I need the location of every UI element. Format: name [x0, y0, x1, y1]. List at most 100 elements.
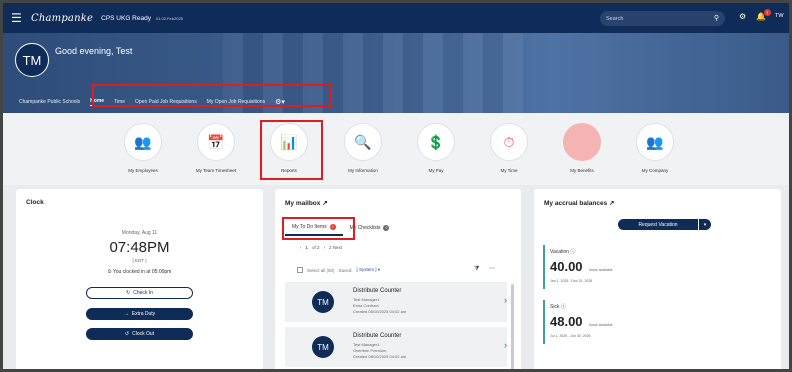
clock-out-icon: ↺ [124, 331, 130, 337]
clock-out-button[interactable]: ↺ Clock Out [86, 328, 193, 340]
quick-link-my-pay[interactable]: 💲 My Pay [406, 123, 466, 173]
user-search-icon-glyph: 🔍 [354, 133, 372, 150]
check-in-button[interactable]: ↻ Check In [86, 287, 193, 299]
message-line-3: Created 08/10/2025 04:02 am [353, 354, 407, 359]
search-icon[interactable]: ⚲ [714, 14, 719, 22]
quick-link-label: My Team Timesheet [195, 168, 237, 173]
pagination: ‹ 1 of 2 › 2 Next [300, 245, 342, 250]
accrual-name: Sick ⓘ [550, 303, 566, 310]
company-people-icon: 👥 [636, 123, 674, 161]
message-title: Distribute Counter [353, 288, 402, 294]
request-dropdown-chevron-down-icon[interactable]: ▾ [699, 219, 711, 230]
message-line-1: Test Manager1 [353, 342, 380, 347]
info-icon[interactable]: ⓘ [570, 249, 575, 255]
chevron-right-icon[interactable]: › [504, 340, 507, 350]
list-item[interactable]: TM Distribute Counter Test Manager1 Over… [285, 327, 507, 367]
more-options-icon[interactable]: ⋯ [489, 265, 495, 272]
help-icon[interactable]: ⚙ [739, 12, 746, 21]
list-item[interactable]: TM Distribute Counter Test Manager1 Extr… [285, 282, 507, 322]
employees-icon: 👥 [124, 123, 162, 161]
quick-link-my-benefits[interactable]: My Benefits [552, 123, 612, 173]
app-window: ☰ Champanke CPS UKG Ready 01.02.Feb2025 … [0, 0, 792, 372]
search-bar[interactable]: ⚲ [600, 11, 725, 26]
quick-link-my-time[interactable]: ⏱ My Time [479, 123, 539, 173]
current-page[interactable]: 1 [306, 245, 309, 250]
quick-link-label: My Benefits [570, 168, 594, 173]
quick-link-label: My Pay [428, 168, 444, 173]
accrual-item-sick[interactable]: Sick ⓘ 48.00 hours available Jul 1, 2025… [543, 300, 633, 350]
external-link-icon[interactable]: ↗ [322, 200, 327, 207]
quick-link-my-employees[interactable]: 👥 My Employees [113, 123, 173, 173]
pay-icon-glyph: 💲 [427, 133, 445, 150]
hamburger-menu-icon[interactable]: ☰ [11, 11, 27, 25]
accrual-title-text: My accrual balances [544, 200, 608, 207]
notification-badge: 1 [764, 9, 771, 16]
next-page-link[interactable]: 2 Next [329, 245, 342, 250]
quick-link-my-team-timesheet[interactable]: 📅 My Team Timesheet [186, 123, 246, 173]
stopwatch-icon: ⏱ [490, 123, 528, 161]
quick-link-label: My Time [500, 168, 518, 173]
extra-duty-button[interactable]: → Extra Duty [86, 308, 193, 320]
quick-link-label: My Company [641, 168, 669, 173]
stopwatch-icon-glyph: ⏱ [503, 133, 515, 150]
arrow-right-icon: → [123, 311, 129, 317]
saved-filter-dropdown[interactable]: [ System ] ▾ [357, 267, 381, 273]
search-input[interactable] [606, 15, 706, 22]
request-vacation-button[interactable]: Request Vacation [618, 219, 698, 230]
avatar[interactable]: TM [15, 43, 49, 77]
brand-logo[interactable]: Champanke [31, 13, 93, 24]
filter-icon[interactable]: ⧩ [474, 266, 479, 273]
message-line-1: Test Manager1 [353, 297, 380, 302]
accrual-name: Vacation ⓘ [550, 248, 576, 255]
avatar: TM [312, 291, 334, 313]
external-link-icon[interactable]: ↗ [609, 200, 614, 207]
quick-link-my-company[interactable]: 👥 My Company [625, 123, 685, 173]
accrual-unit: hours available [589, 323, 613, 327]
message-title: Distribute Counter [353, 333, 402, 339]
accrual-title: My accrual balances ↗ [544, 199, 615, 207]
user-search-icon: 🔍 [344, 123, 382, 161]
quick-link-label: My Employees [128, 168, 158, 173]
benefits-icon [563, 123, 601, 161]
check-in-icon: ↻ [126, 290, 131, 296]
saved-filter-value: [ System ] [356, 267, 377, 272]
next-page-icon[interactable]: › [324, 245, 326, 250]
clock-title: Clock [26, 199, 44, 206]
greeting: Good evening, Test [55, 46, 133, 56]
highlight-box-reports [260, 120, 323, 180]
company-icon-glyph: 👥 [646, 133, 664, 150]
calendar-icon-glyph: 📅 [207, 133, 225, 150]
highlight-box-todo-tab [282, 217, 355, 240]
message-line-2: Extra Contract [353, 303, 379, 308]
nav-item-org[interactable]: Champanke Public Schools [19, 99, 80, 105]
info-icon[interactable]: ⓘ [561, 304, 566, 310]
calendar-icon: 📅 [197, 123, 235, 161]
message-line-2: Overtime Premium [353, 348, 387, 353]
org-name: CPS UKG Ready [101, 14, 151, 22]
user-menu[interactable]: TW [775, 13, 784, 19]
mailbox-title: My mailbox ↗ [285, 199, 328, 207]
accrual-color-bar [543, 245, 545, 289]
accrual-value: 40.00 [550, 259, 583, 274]
chevron-right-icon[interactable]: › [504, 295, 507, 305]
quick-links: 👥 My Employees 📅 My Team Timesheet 📊 Rep… [3, 113, 789, 185]
accrual-name-text: Vacation [550, 249, 570, 255]
select-all-checkbox[interactable] [297, 267, 303, 273]
accrual-item-vacation[interactable]: Vacation ⓘ 40.00 hours available Jan 1, … [543, 245, 633, 295]
pay-icon: 💲 [417, 123, 455, 161]
mailbox-scrollbar[interactable] [511, 284, 514, 369]
saved-label: Saved: [338, 267, 353, 273]
clock-date: Monday, Aug 11 [121, 230, 158, 236]
accrual-name-text: Sick [550, 304, 560, 310]
quick-link-my-information[interactable]: 🔍 My Information [333, 123, 393, 173]
clock-timezone: [ EDT ] [132, 258, 147, 263]
clock-card: Clock Monday, Aug 11 07:48PM [ EDT ] ⏲ Y… [16, 189, 263, 369]
quick-link-label: My Information [348, 168, 378, 173]
prev-page-icon[interactable]: ‹ [300, 245, 302, 250]
accrual-range: Jan 1, 2025 - Dec 31, 2025 [550, 279, 593, 283]
clock-out-label: Clock Out [132, 331, 155, 337]
page-total: of 2 [312, 245, 320, 250]
accrual-card: My accrual balances ↗ Request Vacation ▾… [534, 189, 781, 369]
top-bar: ☰ Champanke CPS UKG Ready 01.02.Feb2025 … [3, 3, 789, 33]
clock-time: 07:48PM [109, 239, 170, 256]
